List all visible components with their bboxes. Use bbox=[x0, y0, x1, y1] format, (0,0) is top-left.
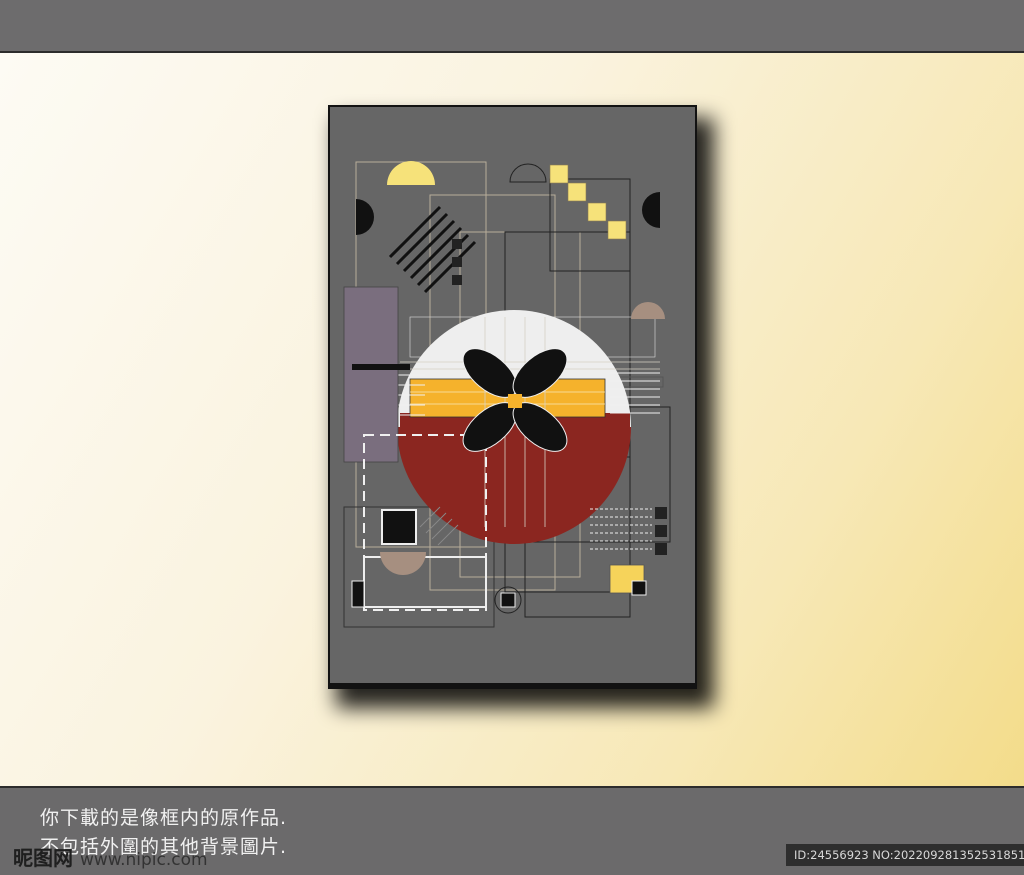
watermark-logo: 昵图网 www.nipic.com bbox=[13, 842, 208, 871]
small-squares-right bbox=[655, 507, 667, 555]
watermark-id: ID:24556923 NO:20220928135253185122 bbox=[786, 844, 1024, 866]
small-squares-top bbox=[452, 239, 462, 285]
flower-center bbox=[508, 394, 522, 408]
small-circle-square bbox=[500, 592, 516, 608]
black-bar bbox=[352, 364, 410, 370]
black-square bbox=[381, 509, 417, 545]
black-small-rect bbox=[351, 580, 365, 608]
yellow-square-black bbox=[631, 580, 647, 596]
watermark-logo-cn: 昵图网 bbox=[13, 846, 73, 870]
watermark-logo-url: www.nipic.com bbox=[79, 850, 208, 870]
notice-line-1: 你下載的是像框内的原作品. bbox=[40, 807, 288, 829]
artwork bbox=[330, 107, 695, 683]
top-bar bbox=[0, 0, 1024, 53]
picture-frame bbox=[328, 105, 697, 689]
